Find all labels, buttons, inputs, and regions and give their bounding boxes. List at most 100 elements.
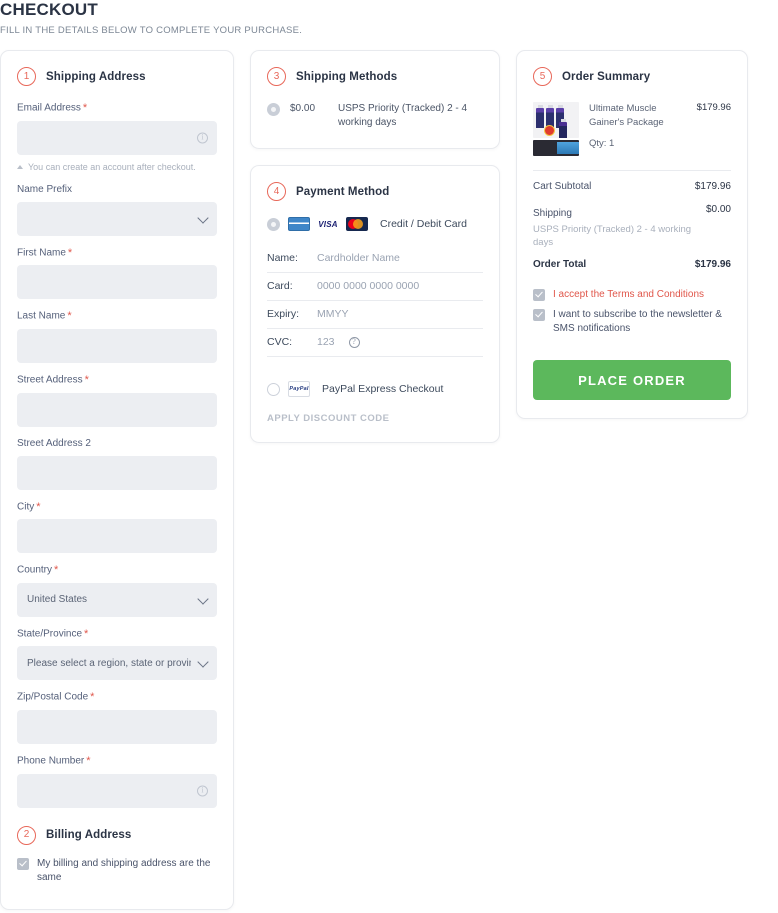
zip-input[interactable] xyxy=(17,710,217,745)
first-name-field-group: First Name * xyxy=(17,247,217,300)
first-name-label: First Name * xyxy=(17,247,217,260)
product-thumbnail xyxy=(533,102,579,156)
name-prefix-field-group: Name Prefix xyxy=(17,184,217,236)
street-address-2-field-group: Street Address 2 xyxy=(17,438,217,490)
first-name-input[interactable] xyxy=(17,265,217,300)
bottle-icon xyxy=(559,119,567,138)
card-cvc-key: CVC: xyxy=(267,336,293,348)
name-prefix-select[interactable] xyxy=(17,201,217,236)
shipping-total-row: Shipping USPS Priority (Tracked) 2 - 4 w… xyxy=(533,194,731,249)
shipping-total-left: Shipping USPS Priority (Tracked) 2 - 4 w… xyxy=(533,203,698,249)
card-expiry-key: Expiry: xyxy=(267,308,300,320)
billing-same-as-shipping-row[interactable]: My billing and shipping address are the … xyxy=(17,857,217,885)
street-address-2-input[interactable] xyxy=(17,455,217,490)
paypal-icon: PayPal xyxy=(288,381,310,397)
paypal-radio[interactable] xyxy=(267,383,280,396)
email-label-text: Email Address xyxy=(17,102,81,114)
shipping-total-value: $0.00 xyxy=(705,204,731,215)
cardholder-name-row: Name: Cardholder Name xyxy=(267,245,483,273)
last-name-input[interactable] xyxy=(17,328,217,363)
order-summary-title: Order Summary xyxy=(562,70,651,83)
billing-same-checkbox[interactable] xyxy=(17,857,29,870)
required-marker: * xyxy=(86,755,91,768)
order-product-name-price: Ultimate Muscle Gainer's Package $179.96 xyxy=(589,102,731,130)
shipping-option-radio[interactable] xyxy=(267,103,280,116)
step-number-3: 3 xyxy=(267,67,286,86)
card-cvc-input[interactable]: 123 xyxy=(317,336,335,348)
email-hint: You can create an account after checkout… xyxy=(17,162,217,173)
first-name-label-text: First Name xyxy=(17,247,66,259)
order-total-row: Order Total $179.96 xyxy=(533,249,731,272)
apply-discount-code-link[interactable]: APPLY DISCOUNT CODE xyxy=(267,413,483,424)
required-marker: * xyxy=(67,310,72,323)
card-cvc-row: CVC: 123 ? xyxy=(267,329,483,357)
phone-input[interactable] xyxy=(17,773,217,808)
accept-terms-label[interactable]: I accept the Terms and Conditions xyxy=(553,288,704,302)
step-number-2: 2 xyxy=(17,825,36,845)
cardholder-name-input[interactable]: Cardholder Name xyxy=(317,252,400,264)
shipping-methods-heading: 3 Shipping Methods xyxy=(267,67,483,86)
cart-subtotal-row: Cart Subtotal $179.96 xyxy=(533,171,731,194)
generic-card-icon xyxy=(288,217,310,231)
mastercard-icon xyxy=(346,217,368,231)
billing-address-title: Billing Address xyxy=(46,829,132,842)
state-label-text: State/Province xyxy=(17,628,83,640)
city-input[interactable] xyxy=(17,519,217,554)
billing-address-heading: 2 Billing Address xyxy=(17,825,217,845)
required-marker: * xyxy=(54,564,59,577)
order-product-name: Ultimate Muscle Gainer's Package xyxy=(589,103,664,128)
accept-terms-row[interactable]: I accept the Terms and Conditions xyxy=(533,288,731,302)
email-hint-text: You can create an account after checkout… xyxy=(28,161,196,172)
phone-field-group: Phone Number * i xyxy=(17,755,217,808)
newsletter-row[interactable]: I want to subscribe to the newsletter & … xyxy=(533,308,731,336)
credit-card-radio[interactable] xyxy=(267,218,280,231)
state-select[interactable] xyxy=(17,646,217,681)
cardholder-name-key: Name: xyxy=(267,252,298,264)
shipping-address-title: Shipping Address xyxy=(46,70,146,83)
step-number-4: 4 xyxy=(267,182,286,201)
city-field-group: City * xyxy=(17,501,217,554)
order-total-label: Order Total xyxy=(533,259,587,270)
email-input[interactable] xyxy=(17,120,217,155)
page-subtitle: FILL IN THE DETAILS BELOW TO COMPLETE YO… xyxy=(0,25,303,36)
shipping-option-row[interactable]: $0.00 USPS Priority (Tracked) 2 - 4 work… xyxy=(267,102,483,130)
shipping-address-heading: 1 Shipping Address xyxy=(17,67,217,86)
place-order-button[interactable]: PLACE ORDER xyxy=(533,360,731,400)
order-total-value: $179.96 xyxy=(694,259,731,270)
step-number-5: 5 xyxy=(533,67,552,86)
last-name-field-group: Last Name * xyxy=(17,310,217,363)
street-address-label: Street Address * xyxy=(17,374,217,387)
question-icon[interactable]: ? xyxy=(348,336,360,348)
street-address-input[interactable] xyxy=(17,392,217,427)
country-select[interactable] xyxy=(17,582,217,617)
required-marker: * xyxy=(84,627,89,640)
page-header: CHECKOUT FILL IN THE DETAILS BELOW TO CO… xyxy=(0,0,778,36)
card-expiry-input[interactable]: MMYY xyxy=(317,308,349,320)
shipping-option-description: USPS Priority (Tracked) 2 - 4 working da… xyxy=(338,103,468,128)
seal-badge-icon xyxy=(544,125,555,136)
accept-terms-checkbox[interactable] xyxy=(533,289,545,301)
city-label: City * xyxy=(17,501,217,514)
country-label-text: Country xyxy=(17,564,53,576)
phone-label: Phone Number * xyxy=(17,755,217,768)
order-product-info: Ultimate Muscle Gainer's Package $179.96… xyxy=(589,102,731,149)
state-label: State/Province * xyxy=(17,628,217,641)
card-number-row: Card: 0000 0000 0000 0000 xyxy=(267,273,483,301)
billing-same-label: My billing and shipping address are the … xyxy=(37,857,211,883)
shipping-methods-card: 3 Shipping Methods $0.00 USPS Priority (… xyxy=(250,50,500,149)
order-product-qty: Qty: 1 xyxy=(589,138,615,149)
email-input-wrap: i xyxy=(17,120,217,155)
email-label: Email Address * xyxy=(17,102,217,115)
shipping-methods-title: Shipping Methods xyxy=(296,70,398,83)
order-product-row: Ultimate Muscle Gainer's Package $179.96… xyxy=(533,102,731,156)
credit-card-option-row[interactable]: VISA Credit / Debit Card xyxy=(267,217,483,231)
info-icon: i xyxy=(197,132,208,144)
shipping-total-label: Shipping xyxy=(533,208,572,219)
paypal-option-row[interactable]: PayPal PayPal Express Checkout xyxy=(267,381,483,397)
order-summary-card: 5 Order Summary Ultimate Muscle Gainer's… xyxy=(516,50,748,419)
newsletter-checkbox[interactable] xyxy=(533,309,545,321)
left-column: 1 Shipping Address Email Address * i You … xyxy=(0,50,234,910)
card-number-input[interactable]: 0000 0000 0000 0000 xyxy=(317,280,419,292)
city-label-text: City xyxy=(17,501,35,513)
required-marker: * xyxy=(84,373,89,386)
